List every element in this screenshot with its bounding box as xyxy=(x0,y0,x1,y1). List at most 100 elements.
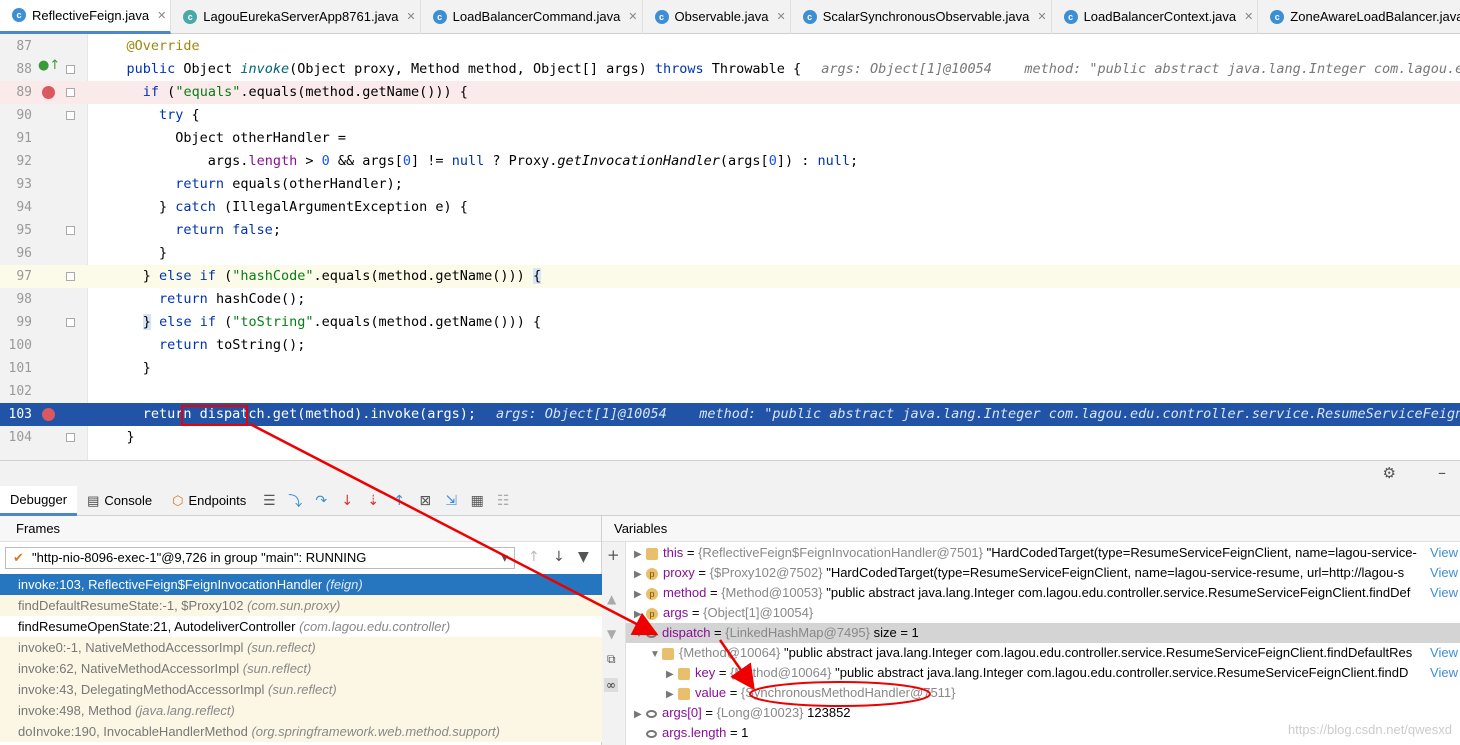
show-execution-point-icon[interactable]: ⤵ xyxy=(284,490,306,512)
code-line[interactable]: 93 return equals(otherHandler); xyxy=(0,173,1460,196)
stack-frame[interactable]: invoke:103, ReflectiveFeign$FeignInvocat… xyxy=(0,574,602,595)
variable-row[interactable]: ▶ args[0] = {Long@10023} 123852 xyxy=(626,703,1460,723)
code-editor[interactable]: 87 @Override 88 ●↑ public Object invoke(Ob… xyxy=(0,34,1460,460)
code-line[interactable]: 91 Object otherHandler = xyxy=(0,127,1460,150)
code-line[interactable]: 103 return dispatch.get(method).invoke(a… xyxy=(0,403,1460,426)
add-watch-icon[interactable]: + xyxy=(607,546,620,564)
variable-row[interactable]: ▼ {Method@10064} "public abstract java.la… xyxy=(626,643,1460,663)
thread-selector[interactable]: ✔ "http-nio-8096-exec-1"@9,726 in group … xyxy=(5,547,515,569)
tab-console[interactable]: ▤ Console xyxy=(77,486,162,516)
close-icon[interactable]: ✕ xyxy=(776,10,785,23)
breakpoint-icon[interactable] xyxy=(42,408,55,421)
tab-3[interactable]: c Observable.java ✕ xyxy=(643,0,791,34)
trace-icon[interactable]: ☷ xyxy=(492,490,514,512)
close-icon[interactable]: ✕ xyxy=(406,10,415,23)
variable-row[interactable]: ▶ p method = {Method@10053} "public abstra… xyxy=(626,583,1460,603)
fold-icon[interactable] xyxy=(66,88,75,97)
variable-row[interactable]: ▼ dispatch = {LinkedHashMap@7495} size = … xyxy=(626,623,1460,643)
collapsed-icon[interactable]: ▶ xyxy=(634,585,646,603)
code-line[interactable]: 96 } xyxy=(0,242,1460,265)
collapsed-icon[interactable]: ▶ xyxy=(666,665,678,683)
stack-frame[interactable]: invoke0:-1, NativeMethodAccessorImpl (su… xyxy=(0,637,602,658)
down-arrow-icon[interactable]: ↓ xyxy=(553,549,565,565)
variable-row[interactable]: ▶ value = {SynchronousMethodHandler@7511} xyxy=(626,683,1460,703)
menu-icon[interactable]: ☰ xyxy=(258,490,280,512)
settings-icon[interactable]: ⚙ xyxy=(1383,464,1396,482)
parameter-icon: p xyxy=(646,607,658,620)
tab-2[interactable]: c LoadBalancerCommand.java ✕ xyxy=(421,0,643,34)
stack-frame[interactable]: invoke:498, Method (java.lang.reflect) xyxy=(0,700,602,721)
code-line[interactable]: 89 if ("equals".equals(method.getName())… xyxy=(0,81,1460,104)
code-line[interactable]: 92 args.length > 0 && args[0] != null ? … xyxy=(0,150,1460,173)
tab-debugger[interactable]: Debugger xyxy=(0,485,78,516)
run-to-cursor-icon[interactable]: ⇲ xyxy=(440,490,462,512)
variable-row[interactable]: ▶ key = {Method@10064} "public abstract j… xyxy=(626,663,1460,683)
stack-frame[interactable]: findResumeOpenState:21, AutodeliverContr… xyxy=(0,616,602,637)
collapsed-icon[interactable]: ▶ xyxy=(634,545,646,563)
collapsed-icon[interactable]: ▶ xyxy=(634,605,646,623)
tab-5[interactable]: c LoadBalancerContext.java ✕ xyxy=(1052,0,1259,34)
frame-package: (feign) xyxy=(325,577,363,592)
step-over-icon[interactable]: ↷ xyxy=(310,490,332,512)
breakpoint-icon[interactable] xyxy=(42,86,55,99)
tab-6[interactable]: cZoneAwareLoadBalancer.java✕ xyxy=(1258,0,1460,34)
expanded-icon[interactable]: ▼ xyxy=(634,625,646,643)
code-line[interactable]: 90 try { xyxy=(0,104,1460,127)
code-line[interactable]: 101 } xyxy=(0,357,1460,380)
fold-icon[interactable] xyxy=(66,65,75,74)
tab-1[interactable]: c LagouEurekaServerApp8761.java ✕ xyxy=(171,0,421,34)
code-line[interactable]: 104 } xyxy=(0,426,1460,449)
view-link[interactable]: View xyxy=(1428,543,1458,563)
override-icon[interactable]: ●↑ xyxy=(38,58,60,73)
fold-icon[interactable] xyxy=(66,111,75,120)
close-icon[interactable]: ✕ xyxy=(628,10,637,23)
step-out-icon[interactable]: ↑ xyxy=(388,490,410,512)
variable-row[interactable]: ▶ p args = {Object[1]@10054} xyxy=(626,603,1460,623)
stack-frame[interactable]: invoke:62, NativeMethodAccessorImpl (sun… xyxy=(0,658,602,679)
code-line[interactable]: 102 xyxy=(0,380,1460,403)
code-line[interactable]: 99 } else if ("toString".equals(method.g… xyxy=(0,311,1460,334)
move-up-icon[interactable]: ▲ xyxy=(607,592,616,606)
close-icon[interactable]: ✕ xyxy=(157,9,166,22)
drop-frame-icon[interactable]: ⊠ xyxy=(414,490,436,512)
code-line[interactable]: 95 return false; xyxy=(0,219,1460,242)
stack-frame[interactable]: invoke:43, DelegatingMethodAccessorImpl … xyxy=(0,679,602,700)
stack-frame[interactable]: doInvoke:190, InvocableHandlerMethod (or… xyxy=(0,721,602,742)
stack-frame[interactable]: findDefaultResumeState:-1, $Proxy102 (co… xyxy=(0,595,602,616)
tab-endpoints[interactable]: ⬡ Endpoints xyxy=(162,486,256,516)
view-link[interactable]: View xyxy=(1428,563,1458,583)
expanded-icon[interactable]: ▼ xyxy=(650,645,662,663)
up-arrow-icon[interactable]: ↑ xyxy=(528,549,540,565)
move-down-icon[interactable]: ▼ xyxy=(607,627,616,641)
watches-icon[interactable]: ∞ xyxy=(604,678,618,692)
fold-icon[interactable] xyxy=(66,318,75,327)
tab-4[interactable]: c ScalarSynchronousObservable.java ✕ xyxy=(791,0,1052,34)
view-link[interactable]: View xyxy=(1428,663,1458,683)
copy-icon[interactable]: ⧉ xyxy=(607,652,616,667)
view-link[interactable]: View xyxy=(1428,583,1458,603)
variable-row[interactable]: ▶ p proxy = {$Proxy102@7502} "HardCodedTar… xyxy=(626,563,1460,583)
minimize-icon[interactable]: – xyxy=(1438,463,1446,482)
collapsed-icon[interactable]: ▶ xyxy=(666,685,678,703)
code-line[interactable]: 97 } else if ("hashCode".equals(method.g… xyxy=(0,265,1460,288)
fold-icon[interactable] xyxy=(66,226,75,235)
collapsed-icon[interactable]: ▶ xyxy=(634,705,646,723)
fold-icon[interactable] xyxy=(66,433,75,442)
view-link[interactable]: View xyxy=(1428,643,1458,663)
code-line[interactable]: 100 return toString(); xyxy=(0,334,1460,357)
fold-icon[interactable] xyxy=(66,272,75,281)
code-line[interactable]: 87 @Override xyxy=(0,35,1460,58)
filter-icon[interactable]: ▼ xyxy=(578,549,589,565)
close-icon[interactable]: ✕ xyxy=(1037,10,1046,23)
collapsed-icon[interactable]: ▶ xyxy=(634,565,646,583)
force-step-into-icon[interactable]: ⇣ xyxy=(362,490,384,512)
code-line[interactable]: 98 return hashCode(); xyxy=(0,288,1460,311)
close-icon[interactable]: ✕ xyxy=(1244,10,1253,23)
endpoints-icon: ⬡ xyxy=(172,492,184,508)
variable-row[interactable]: ▶ this = {ReflectiveFeign$FeignInvocation… xyxy=(626,543,1460,563)
step-into-icon[interactable]: ↓ xyxy=(336,490,358,512)
code-line[interactable]: 88 ●↑ public Object invoke(Object proxy, … xyxy=(0,58,1460,81)
evaluate-icon[interactable]: ▦ xyxy=(466,490,488,512)
code-line[interactable]: 94 } catch (IllegalArgumentException e) … xyxy=(0,196,1460,219)
tab-0[interactable]: c ReflectiveFeign.java ✕ xyxy=(0,0,172,34)
